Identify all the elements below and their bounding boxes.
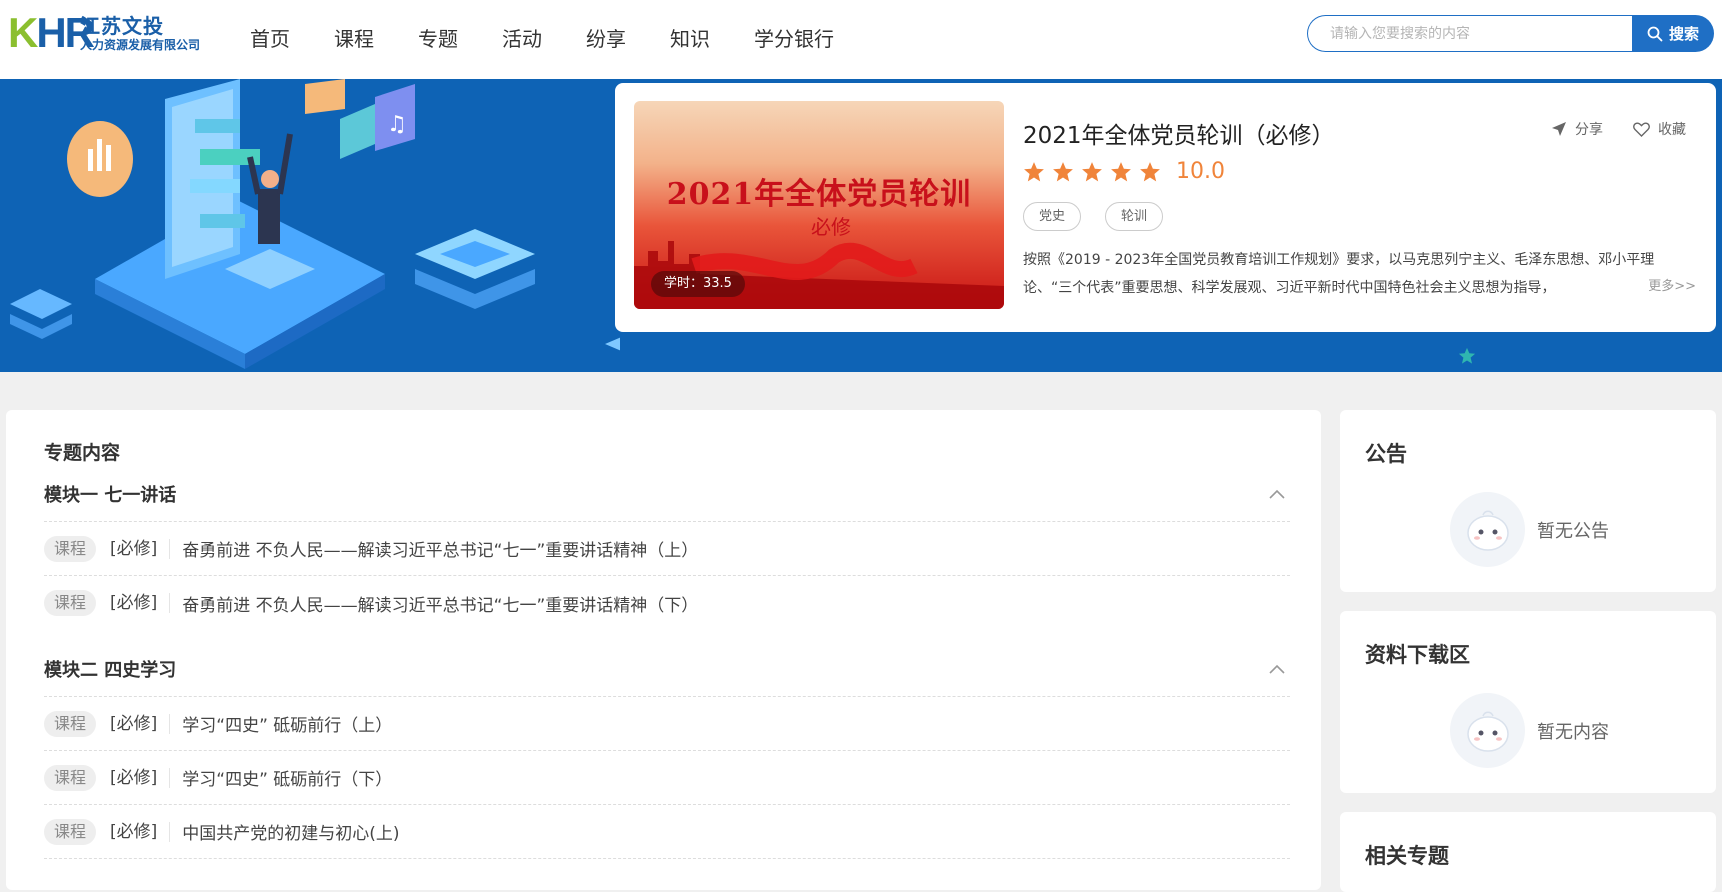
search-button[interactable]: 搜索: [1632, 15, 1714, 52]
banner-illustration: ♫: [10, 79, 620, 369]
share-label: 分享: [1575, 122, 1603, 138]
module-name: 模块二 四史学习: [44, 659, 177, 681]
cover-title: 2021年全体党员轮训: [666, 177, 972, 212]
nav-share[interactable]: 纷享: [586, 24, 626, 54]
nav-topics[interactable]: 专题: [418, 24, 458, 54]
list-item[interactable]: 课程 [必修] 学习“四史” 砥砺前行（上）: [44, 697, 1290, 751]
rating-score: 10.0: [1176, 159, 1225, 184]
star-icon: [1053, 161, 1073, 181]
rating-stars: 10.0: [1023, 159, 1225, 184]
item-title[interactable]: 学习“四史” 砥砺前行（下）: [182, 765, 392, 790]
related-topics-panel: 相关专题: [1340, 812, 1716, 892]
empty-mascot-icon: [1450, 693, 1525, 768]
empty-state: 暂无内容: [1450, 693, 1609, 768]
item-title[interactable]: 奋勇前进 不负人民——解读习近平总书记“七一”重要讲话精神（上）: [182, 536, 698, 561]
star-icon: [1111, 161, 1131, 181]
svg-text:♫: ♫: [387, 112, 407, 137]
more-link[interactable]: 更多>>: [1648, 275, 1696, 294]
course-description: 按照《2019 - 2023年全国党员教育培训工作规划》要求，以马克思列宁主义、…: [1023, 252, 1655, 296]
list-item[interactable]: 课程 [必修] 学习“四史” 砥砺前行（下）: [44, 751, 1290, 805]
nav-credit-bank[interactable]: 学分银行: [754, 24, 834, 54]
item-required: [必修]: [110, 593, 171, 613]
course-title: 2021年全体党员轮训（必修）: [1023, 123, 1335, 149]
downloads-panel: 资料下载区 暂无内容: [1340, 611, 1716, 793]
item-required: [必修]: [110, 821, 171, 842]
item-required: [必修]: [110, 767, 171, 788]
tag-party-history[interactable]: 党史: [1023, 202, 1082, 231]
site-header: KHR 江苏文投 人力资源发展有限公司 首页 课程 专题 活动 纷享 知识 学分…: [0, 0, 1722, 79]
notice-title: 公告: [1365, 442, 1407, 466]
nav-knowledge[interactable]: 知识: [670, 24, 710, 54]
tag-rotation-training[interactable]: 轮训: [1105, 202, 1164, 231]
chevron-up-icon[interactable]: [1268, 663, 1286, 675]
search-icon: [1647, 26, 1663, 41]
module-header[interactable]: 模块一 七一讲话: [44, 466, 1290, 522]
logo-name: 江苏文投: [80, 14, 164, 38]
downloads-title: 资料下载区: [1365, 643, 1470, 667]
empty-text: 暂无内容: [1537, 721, 1609, 743]
item-type-badge: 课程: [44, 535, 97, 562]
course-cover[interactable]: 2021年全体党员轮训 必修 学时：33.5: [634, 101, 1004, 309]
favorite-button[interactable]: 收藏: [1633, 119, 1686, 139]
site-logo[interactable]: KHR 江苏文投 人力资源发展有限公司: [8, 6, 200, 54]
list-item[interactable]: 课程 [必修] 奋勇前进 不负人民——解读习近平总书记“七一”重要讲话精神（上）: [44, 522, 1290, 576]
favorite-label: 收藏: [1658, 122, 1686, 138]
study-hours-badge: 学时：33.5: [651, 271, 745, 297]
course-card: 2021年全体党员轮训 必修 学时：33.5 2021年全体党员轮训（必修） 分…: [615, 83, 1716, 332]
send-icon: [1552, 122, 1566, 136]
list-item[interactable]: 课程 [必修] 中国共产党的初建与初心(上): [44, 805, 1290, 859]
course-banner: ♫ 2021年全体党员轮训 必修 学时：33.5 2021年全体党员轮训（必修）: [0, 79, 1722, 372]
item-type-badge: 课程: [44, 764, 97, 791]
list-item[interactable]: 课程 [必修] 奋勇前进 不负人民——解读习近平总书记“七一”重要讲话精神（下）: [44, 576, 1290, 630]
logo-company: 人力资源发展有限公司: [80, 38, 201, 52]
module-header[interactable]: 模块二 四史学习: [44, 641, 1290, 697]
module-1: 模块一 七一讲话 课程 [必修] 奋勇前进 不负人民——解读习近平总书记“七一”…: [44, 466, 1290, 630]
nav-courses[interactable]: 课程: [334, 24, 374, 54]
star-icon: [1082, 161, 1102, 181]
topic-content-panel: 专题内容 模块一 七一讲话 课程 [必修] 奋勇前进 不负人民——解读习近平总书…: [6, 410, 1321, 890]
notice-panel: 公告 暂无公告: [1340, 410, 1716, 592]
empty-mascot-icon: [1450, 492, 1525, 567]
item-required: [必修]: [110, 538, 171, 559]
star-icon: [1024, 161, 1044, 181]
item-required: [必修]: [110, 713, 171, 734]
search-button-label: 搜索: [1668, 25, 1699, 43]
search-input[interactable]: [1307, 15, 1632, 52]
item-type-badge: 课程: [44, 590, 97, 616]
module-2: 模块二 四史学习 课程 [必修] 学习“四史” 砥砺前行（上） 课程 [必修] …: [44, 641, 1290, 859]
empty-text: 暂无公告: [1537, 520, 1609, 542]
main-nav: 首页 课程 专题 活动 纷享 知识 学分银行: [250, 24, 878, 54]
heart-icon: [1633, 122, 1650, 137]
item-type-badge: 课程: [44, 710, 97, 737]
star-icon: [1458, 347, 1476, 364]
share-button[interactable]: 分享: [1551, 119, 1603, 139]
star-icon: [1140, 161, 1160, 181]
course-actions: 分享 收藏: [1551, 119, 1686, 139]
module-name: 模块一 七一讲话: [44, 484, 177, 506]
panel-title: 专题内容: [44, 442, 121, 464]
cover-subtitle: 必修: [811, 215, 851, 239]
empty-state: 暂无公告: [1450, 492, 1609, 567]
search-bar: 搜索: [1307, 15, 1714, 52]
item-title[interactable]: 奋勇前进 不负人民——解读习近平总书记“七一”重要讲话精神（下）: [182, 591, 698, 616]
nav-activities[interactable]: 活动: [502, 24, 542, 54]
chevron-up-icon[interactable]: [1268, 488, 1286, 500]
nav-home[interactable]: 首页: [250, 24, 290, 54]
item-title[interactable]: 中国共产党的初建与初心(上): [182, 819, 399, 844]
item-title[interactable]: 学习“四史” 砥砺前行（上）: [182, 711, 392, 736]
course-tags: 党史 轮训: [1023, 202, 1164, 231]
item-type-badge: 课程: [44, 818, 97, 845]
related-title: 相关专题: [1365, 844, 1449, 868]
